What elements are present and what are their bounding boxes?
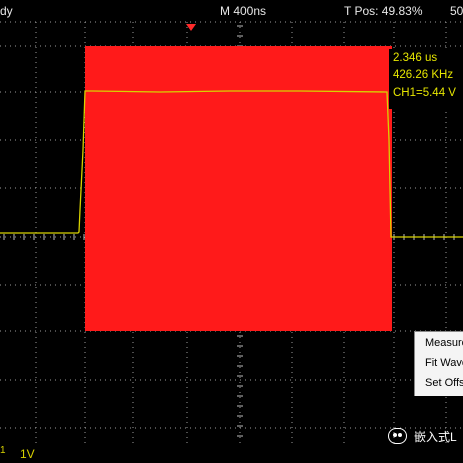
channel-scale-label: 1V xyxy=(20,447,35,461)
period-readout: 2.346 us xyxy=(393,52,438,64)
amplitude-readout: CH1=5.44 V xyxy=(393,87,456,99)
menu-item-set-offset[interactable]: Set Offset xyxy=(425,377,463,389)
menu-item-fit-wave[interactable]: Fit Wave xyxy=(425,357,463,369)
bottom-status-bar: 1 1V xyxy=(0,445,463,463)
channel1-trace xyxy=(0,90,463,238)
measurement-readout: 2.346 us 426.26 KHz CH1=5.44 V xyxy=(389,49,463,109)
chat-icon xyxy=(388,428,407,444)
channel-ground-marker: 1 xyxy=(0,445,6,456)
trigger-position-marker[interactable] xyxy=(186,24,196,31)
context-menu: Measure Fit Wave Set Offset xyxy=(414,331,463,396)
frequency-readout: 426.26 KHz xyxy=(393,69,454,81)
watermark: 嵌入式L xyxy=(388,427,463,447)
menu-item-measure[interactable]: Measure xyxy=(425,337,463,349)
watermark-text: 嵌入式L xyxy=(414,430,457,444)
oscilloscope-screen: dy M 400ns T Pos: 49.83% 50 2.346 us 426… xyxy=(0,0,463,463)
